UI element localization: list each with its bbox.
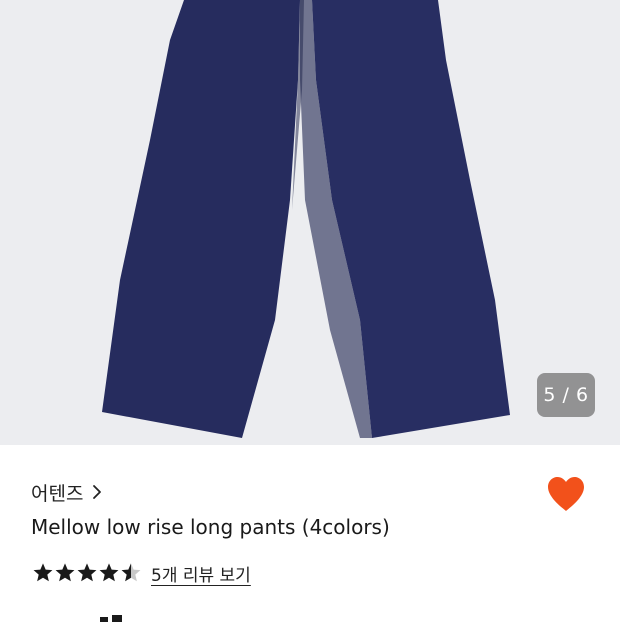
- product-image-gallery[interactable]: 5 / 6: [0, 0, 620, 445]
- rating-row: 5개 리뷰 보기: [32, 560, 251, 586]
- product-image: [102, 0, 510, 438]
- pants-right-leg: [312, 0, 510, 438]
- review-link[interactable]: 5개 리뷰 보기: [151, 561, 251, 586]
- star-icon-full: [99, 563, 119, 582]
- chevron-right-icon: [92, 484, 102, 500]
- star-icon-full: [33, 563, 53, 582]
- star-icon-full: [55, 563, 75, 582]
- star-icon-half: [121, 563, 141, 582]
- star-icon-full: [77, 563, 97, 582]
- brand-link[interactable]: 어텐즈: [31, 477, 102, 507]
- image-counter: 5 / 6: [537, 373, 595, 417]
- brand-name: 어텐즈: [31, 482, 84, 505]
- wishlist-button[interactable]: [545, 475, 587, 517]
- pants-left-leg: [102, 0, 300, 438]
- star-rating: [32, 562, 142, 584]
- heart-icon: [546, 476, 586, 516]
- product-title: Mellow low rise long pants (4colors): [31, 515, 390, 539]
